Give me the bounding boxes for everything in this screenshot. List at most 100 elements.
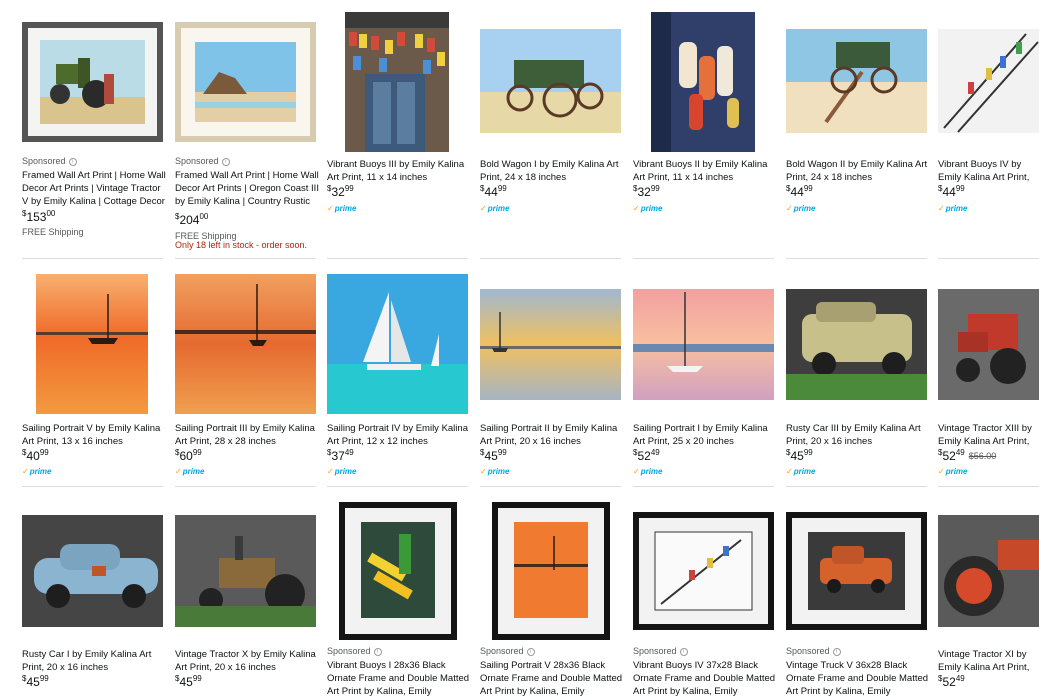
product-image[interactable] (480, 500, 626, 640)
product-title[interactable]: Sailing Portrait V by Emily Kalina Art P… (22, 422, 168, 448)
product-image[interactable] (175, 12, 321, 152)
product-image[interactable] (633, 12, 779, 152)
wagon-beach-image (786, 29, 927, 133)
info-icon[interactable]: i (373, 647, 382, 656)
product-card[interactable] (175, 274, 321, 414)
product-image[interactable] (786, 274, 932, 414)
product-image[interactable] (22, 500, 168, 640)
sailboat-pink-image (633, 289, 774, 400)
product-card[interactable] (786, 12, 932, 152)
product-image[interactable] (327, 274, 473, 414)
product-card[interactable] (327, 12, 473, 152)
product-image[interactable] (633, 500, 779, 640)
product-image[interactable] (633, 274, 779, 414)
product-card[interactable] (22, 500, 168, 640)
product-image[interactable] (938, 500, 1039, 640)
product-title[interactable]: Vintage Truck V 36x28 Black Ornate Frame… (786, 659, 932, 698)
product-title[interactable]: Bold Wagon II by Emily Kalina Art Print,… (786, 158, 932, 184)
product-price[interactable]: $3299 (633, 184, 660, 199)
product-price[interactable]: $5249 $56.00 (938, 448, 996, 463)
product-card[interactable] (480, 12, 626, 152)
product-title[interactable]: Rusty Car III by Emily Kalina Art Print,… (786, 422, 932, 448)
info-icon[interactable]: i (832, 647, 841, 656)
product-card[interactable] (480, 500, 626, 640)
sailboats-turquoise-image (327, 274, 468, 414)
product-image[interactable] (327, 500, 473, 640)
row-divider (633, 486, 774, 487)
product-title[interactable]: Vintage Tractor XI by Emily Kalina Art P… (938, 648, 1039, 674)
product-image[interactable] (786, 12, 932, 152)
rusty-car-blue-image (22, 515, 163, 627)
product-card[interactable] (786, 274, 932, 414)
product-image[interactable] (175, 274, 321, 414)
product-price[interactable]: $3749 (327, 448, 354, 463)
product-title[interactable]: Sailing Portrait III by Emily Kalina Art… (175, 422, 321, 448)
product-price[interactable]: $15300 (22, 209, 55, 224)
info-icon[interactable]: i (526, 647, 535, 656)
product-price[interactable]: $4599 (175, 674, 202, 689)
product-price[interactable]: $3299 (327, 184, 354, 199)
product-image[interactable] (480, 274, 626, 414)
product-price[interactable]: $4599 (786, 448, 813, 463)
info-icon[interactable]: i (679, 647, 688, 656)
product-title[interactable]: Sailing Portrait II by Emily Kalina Art … (480, 422, 626, 448)
product-image[interactable] (22, 274, 168, 414)
product-price[interactable]: $5249 (938, 674, 965, 689)
product-card[interactable] (633, 274, 779, 414)
product-title[interactable]: Framed Wall Art Print | Home Wall Decor … (22, 169, 168, 208)
product-image[interactable] (327, 12, 473, 152)
product-price[interactable]: $4599 (480, 448, 507, 463)
product-image[interactable] (175, 500, 321, 640)
product-price[interactable]: $4099 (22, 448, 49, 463)
product-title[interactable]: Rusty Car I by Emily Kalina Art Print, 2… (22, 648, 168, 674)
product-title[interactable]: Vintage Tractor XIII by Emily Kalina Art… (938, 422, 1039, 448)
product-title[interactable]: Vibrant Buoys II by Emily Kalina Art Pri… (633, 158, 779, 184)
product-price[interactable]: $4499 (938, 184, 965, 199)
rusty-tractor-image (175, 515, 316, 627)
product-price[interactable]: $20400 (175, 212, 208, 227)
product-card[interactable] (938, 12, 1039, 152)
framed-sunset-image (492, 502, 610, 640)
product-card[interactable] (327, 274, 473, 414)
product-price[interactable]: $4599 (22, 674, 49, 689)
product-image[interactable] (938, 274, 1039, 414)
sponsored-label: Sponsored i (22, 156, 77, 166)
product-image[interactable] (786, 500, 932, 640)
product-card[interactable] (938, 274, 1039, 414)
product-image[interactable] (480, 12, 626, 152)
product-card[interactable] (22, 274, 168, 414)
product-card[interactable] (938, 500, 1039, 640)
prime-badge: ✓prime (480, 204, 510, 213)
product-title[interactable]: Vibrant Buoys I 28x36 Black Ornate Frame… (327, 659, 473, 698)
product-title[interactable]: Vibrant Buoys IV 37x28 Black Ornate Fram… (633, 659, 779, 698)
product-title[interactable]: Bold Wagon I by Emily Kalina Art Print, … (480, 158, 626, 184)
product-card[interactable] (480, 274, 626, 414)
prime-badge: ✓prime (327, 204, 357, 213)
product-title[interactable]: Sailing Portrait V 28x36 Black Ornate Fr… (480, 659, 626, 698)
product-image[interactable] (938, 12, 1039, 152)
product-price[interactable]: $5249 (633, 448, 660, 463)
product-card[interactable] (633, 500, 779, 640)
product-card[interactable] (175, 500, 321, 640)
prime-badge: ✓prime (938, 467, 968, 476)
product-card[interactable] (633, 12, 779, 152)
product-image[interactable] (22, 12, 168, 152)
row-divider (175, 258, 316, 259)
product-card[interactable] (786, 500, 932, 640)
product-card[interactable] (22, 12, 168, 152)
product-card[interactable] (175, 12, 321, 152)
info-icon[interactable]: i (221, 157, 230, 166)
product-title[interactable]: Sailing Portrait IV by Emily Kalina Art … (327, 422, 473, 448)
product-price[interactable]: $4499 (480, 184, 507, 199)
product-title[interactable]: Framed Wall Art Print | Home Wall Decor … (175, 169, 321, 208)
product-title[interactable]: Vibrant Buoys III by Emily Kalina Art Pr… (327, 158, 473, 184)
product-price[interactable]: $4499 (786, 184, 813, 199)
product-title[interactable]: Sailing Portrait I by Emily Kalina Art P… (633, 422, 779, 448)
sponsored-label: Sponsored i (327, 646, 382, 656)
sailboats-golden-image (480, 289, 621, 400)
product-price[interactable]: $6099 (175, 448, 202, 463)
product-title[interactable]: Vibrant Buoys IV by Emily Kalina Art Pri… (938, 158, 1039, 184)
product-title[interactable]: Vintage Tractor X by Emily Kalina Art Pr… (175, 648, 321, 674)
product-card[interactable] (327, 500, 473, 640)
info-icon[interactable]: i (68, 157, 77, 166)
